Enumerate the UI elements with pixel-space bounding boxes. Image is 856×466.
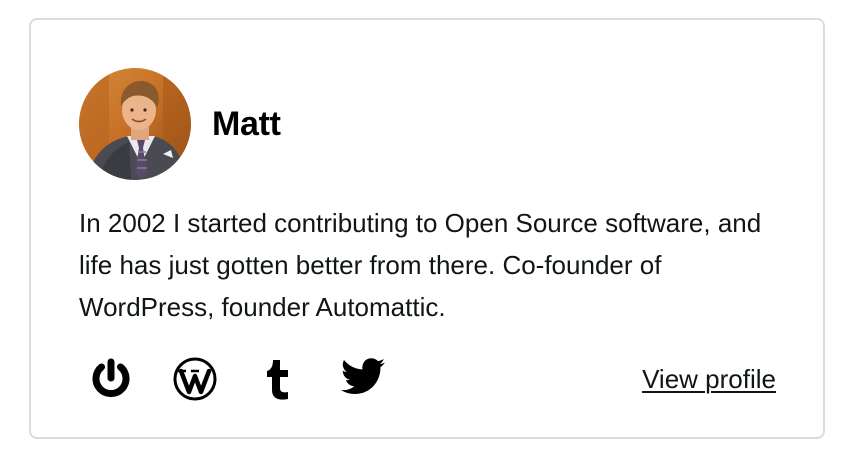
- wordpress-icon: [173, 357, 217, 401]
- profile-card: Matt In 2002 I started contributing to O…: [29, 18, 825, 439]
- wordpress-link[interactable]: [163, 354, 227, 404]
- profile-header: Matt: [79, 68, 281, 180]
- gravatar-link[interactable]: [79, 354, 143, 404]
- profile-name: Matt: [212, 104, 281, 143]
- tumblr-icon: [267, 360, 288, 400]
- twitter-link[interactable]: [331, 354, 395, 404]
- profile-bio: In 2002 I started contributing to Open S…: [79, 208, 762, 322]
- social-links: [79, 354, 395, 404]
- gravatar-icon: [92, 358, 130, 398]
- avatar: [79, 68, 191, 180]
- tumblr-link[interactable]: [247, 354, 311, 404]
- profile-footer: View profile: [79, 354, 776, 404]
- twitter-icon: [341, 358, 385, 394]
- view-profile-link[interactable]: View profile: [642, 364, 776, 395]
- avatar-photo: [79, 68, 191, 180]
